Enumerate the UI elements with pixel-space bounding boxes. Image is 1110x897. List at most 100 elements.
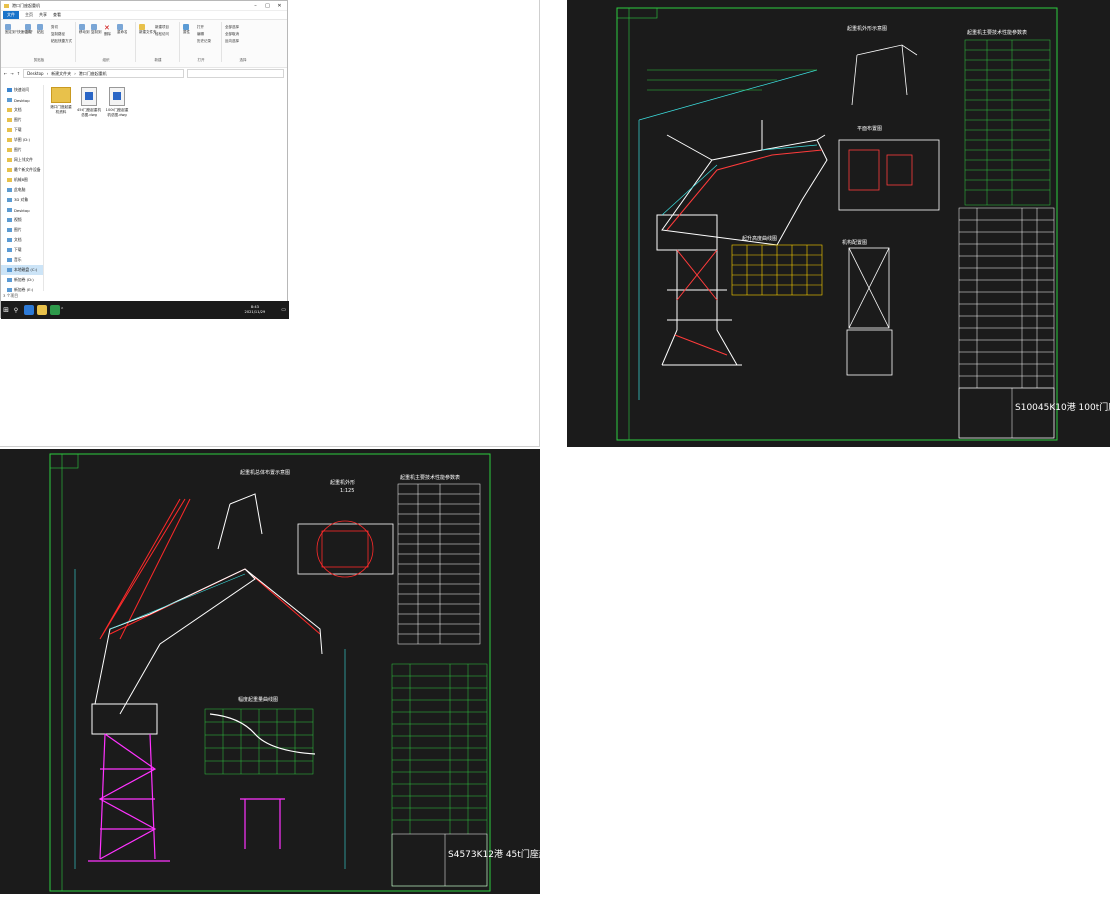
file-item[interactable]: 港口门座起重机资料 (49, 87, 73, 117)
sidebar-item[interactable]: 快速访问 (1, 85, 43, 95)
breadcrumb-desktop[interactable]: Desktop (27, 71, 44, 76)
new-item-button[interactable]: 新建项目 (155, 25, 169, 30)
breadcrumb-new-folder[interactable]: 新建文件夹 (51, 71, 71, 77)
file-name: 港口门座起重机资料 (50, 105, 72, 114)
properties-button[interactable]: 属性 (183, 24, 190, 35)
spec-table-title-45t: 起重机主要技术性能参数表 (400, 474, 460, 481)
sidebar-item[interactable]: 新加卷 (D:) (1, 275, 43, 285)
notification-icon[interactable]: ▭ (281, 307, 286, 313)
sidebar-item-label: 网上邻文件 (14, 157, 33, 162)
maximize-icon[interactable]: □ (263, 3, 272, 9)
up-icon[interactable]: ↑ (17, 71, 20, 76)
view-label-mechanism: 机构配置图 (842, 239, 867, 246)
new-folder-button[interactable]: 新建文件夹 (139, 24, 157, 35)
sidebar-item-label: 下载 (14, 127, 22, 132)
copy-path-button[interactable]: 复制路径 (51, 32, 65, 37)
folder-icon (7, 158, 12, 162)
dwg-file-icon (81, 87, 97, 106)
file-explorer-taskbar-icon[interactable] (37, 305, 47, 315)
cad-canvas-45t: 起重机总体布置示意图 起重机外形 1:125 幅度起重量曲线图 起重机主要技术性… (49, 453, 540, 892)
file-name: 100t门座起重机总图.dwg (105, 108, 129, 117)
folder-icon (51, 87, 71, 103)
sidebar-item-label: 机械8图 (14, 177, 28, 182)
file-item[interactable]: 45t门座起重机总图.dwg (77, 87, 101, 117)
sidebar-item[interactable]: 本地磁盘 (C:) (1, 265, 43, 275)
forward-icon[interactable]: → (10, 71, 13, 76)
sidebar-item[interactable]: 图片 (1, 225, 43, 235)
sidebar-item[interactable]: Desktop (1, 205, 43, 215)
spec-table-title: 起重机主要技术性能参数表 (967, 29, 1027, 36)
sidebar-item-label: 本地磁盘 (C:) (14, 267, 38, 272)
view-label-curve: 起升高度曲线图 (742, 235, 777, 242)
sidebar-item-label: 图片 (14, 117, 22, 122)
edit-button[interactable]: 编辑 (197, 32, 204, 37)
select-none-button[interactable]: 全部取消 (225, 32, 239, 37)
close-icon[interactable]: ✕ (275, 3, 284, 9)
cut-button[interactable]: 剪切 (51, 25, 58, 30)
view-label-scale: 1:125 (340, 488, 354, 494)
copy-button[interactable]: 复制 (25, 24, 32, 35)
sidebar-item[interactable]: Desktop (1, 95, 43, 105)
drive-icon (7, 208, 12, 212)
delete-button[interactable]: ✕ 删除 (104, 24, 111, 37)
address-bar[interactable]: Desktop › 新建文件夹 › 港口门座起重机 (23, 69, 184, 78)
title-block-text: S10045K10港 100t门座起重机 (1015, 401, 1110, 413)
sidebar-item[interactable]: 下载 (1, 125, 43, 135)
invert-selection-button[interactable]: 反向选择 (225, 39, 239, 44)
sidebar-item-label: Desktop (14, 97, 30, 103)
delete-icon: ✕ (104, 24, 110, 32)
menu-share[interactable]: 共享 (39, 12, 47, 18)
menu-home[interactable]: 主页 (25, 12, 33, 18)
sidebar-item[interactable]: 最个新文件设备 (1, 165, 43, 175)
history-button[interactable]: 历史记录 (197, 39, 211, 44)
sidebar-item[interactable]: 此电脑 (1, 185, 43, 195)
sidebar-item-label: 下载 (14, 247, 22, 252)
sidebar-item[interactable]: 图片 (1, 115, 43, 125)
address-row: ← → ↑ Desktop › 新建文件夹 › 港口门座起重机 (1, 68, 287, 79)
file-list: 港口门座起重机资料 45t门座起重机总图.dwg 100t门座起重机总图.dwg (49, 87, 129, 117)
drive-icon (7, 238, 12, 242)
menu-view[interactable]: 查看 (53, 12, 61, 18)
sidebar-item[interactable]: 文档 (1, 105, 43, 115)
drive-icon (7, 228, 12, 232)
breadcrumb-crane-folder[interactable]: 港口门座起重机 (79, 71, 107, 77)
sidebar-item[interactable]: 下载 (1, 245, 43, 255)
search-icon[interactable]: ⚲ (11, 307, 21, 314)
sidebar-item[interactable]: 网上邻文件 (1, 155, 43, 165)
back-icon[interactable]: ← (4, 71, 7, 76)
ribbon-group-label: 选择 (239, 58, 247, 62)
open-button[interactable]: 打开 (197, 25, 204, 30)
move-to-button[interactable]: 移动到 (79, 24, 90, 35)
easy-access-button[interactable]: 轻松访问 (155, 32, 169, 37)
edge-browser-icon[interactable] (24, 305, 34, 315)
menu-bar: 文件 主页 共享 查看 (1, 11, 287, 19)
sidebar-item[interactable]: 音乐 (1, 255, 43, 265)
sidebar-item[interactable]: 3D 对象 (1, 195, 43, 205)
sidebar-item[interactable]: 机械8图 (1, 175, 43, 185)
paste-shortcut-button[interactable]: 粘贴快捷方式 (51, 39, 72, 44)
paste-button[interactable]: 粘贴 (37, 24, 44, 35)
sidebar-item[interactable]: 图片 (1, 145, 43, 155)
ribbon: 固定到"快速访问" 复制 粘贴 剪切 复制路径 粘贴快捷方式 剪贴板 移动到 复… (1, 19, 287, 68)
rename-button[interactable]: 重命名 (117, 24, 128, 35)
folder-icon (7, 178, 12, 182)
sidebar-item[interactable]: 文档 (1, 235, 43, 245)
sidebar-item-label: 新加卷 (D:) (14, 277, 34, 282)
network-icon[interactable]: ⌃ (60, 307, 64, 313)
sidebar-item[interactable]: 视频 (1, 215, 43, 225)
search-input[interactable] (187, 69, 284, 78)
minimize-icon[interactable]: – (251, 3, 260, 9)
title-block-text-45t: S4573K12港 45t门座起重机 (448, 848, 540, 860)
folder-icon (7, 168, 12, 172)
windows-start-icon[interactable]: ⊞ (1, 306, 11, 314)
menu-file[interactable]: 文件 (3, 11, 19, 19)
file-item[interactable]: 100t门座起重机总图.dwg (105, 87, 129, 117)
spreadsheet-app-icon[interactable] (50, 305, 60, 315)
navigation-pane: 快速访问 Desktop 文档 图片 下载 毕图 (D:) 图片 网上邻文件 最个新文件设备 机械… (1, 85, 44, 292)
copy-to-button[interactable]: 复制到 (91, 24, 102, 35)
sidebar-item[interactable]: 毕图 (D:) (1, 135, 43, 145)
sidebar-item-label: 此电脑 (14, 187, 26, 192)
select-all-button[interactable]: 全部选择 (225, 25, 239, 30)
taskbar-clock[interactable]: 8:43 2021/11/29 (245, 305, 266, 315)
cad-drawing-45t: 起重机总体布置示意图 起重机外形 1:125 幅度起重量曲线图 起重机主要技术性… (0, 449, 540, 894)
